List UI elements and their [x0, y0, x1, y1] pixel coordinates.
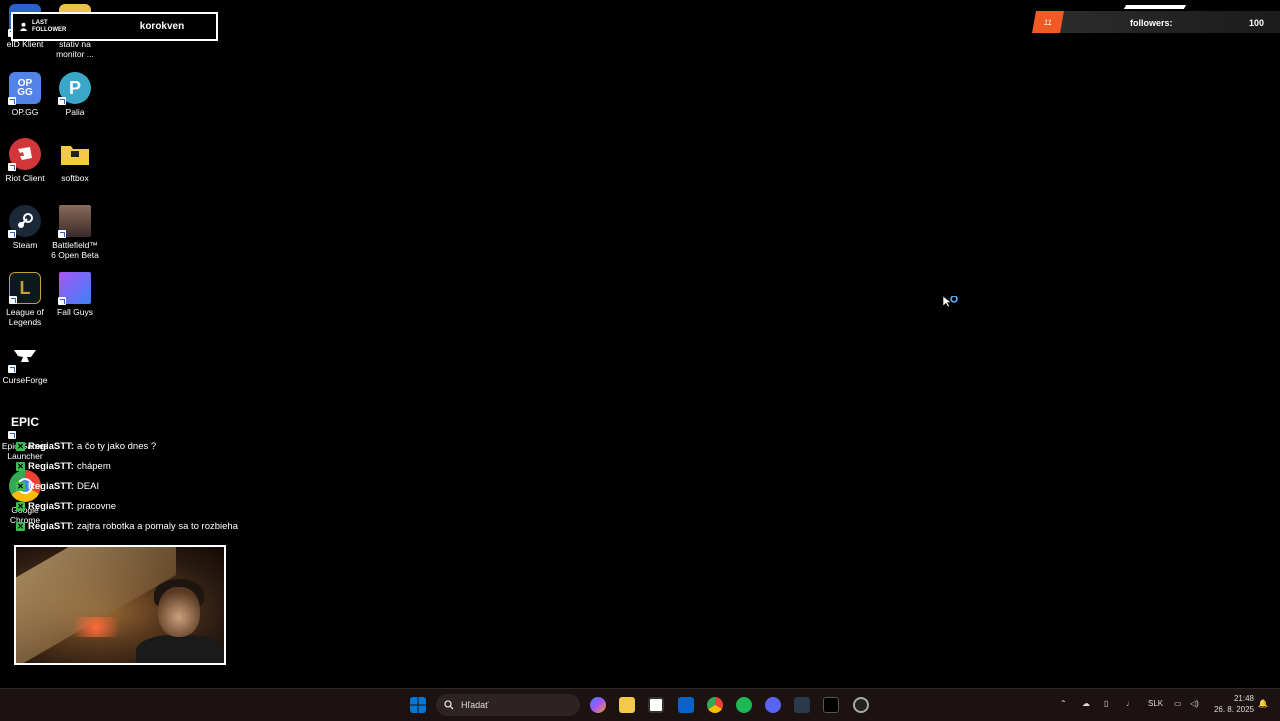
tray-network-icon[interactable]: ▭ [1174, 699, 1182, 708]
chat-overlay: ✕ RegiaSTT: a čo ty jako dnes ? ✕ RegiaS… [16, 436, 316, 536]
chat-username: RegiaSTT: [28, 480, 74, 492]
chrome-taskbar-icon[interactable] [707, 697, 723, 713]
taskbar-search[interactable]: Hľadať [436, 694, 580, 716]
desktop-icon-league[interactable]: L League of Legends [0, 272, 50, 327]
desktop-icon-riot[interactable]: Riot Client [0, 138, 50, 183]
desktop-icon-label: League of Legends [6, 307, 44, 327]
desktop-icon-label: softbox [61, 173, 89, 183]
desktop-icon-battlefield[interactable]: Battlefield™ 6 Open Beta [50, 205, 100, 260]
tray-mic-icon[interactable]: ♩ [1126, 699, 1134, 708]
goal-target: 100 [1249, 18, 1265, 28]
desktop-icon-label: stativ na monitor ... [56, 39, 94, 59]
steam-icon [8, 205, 41, 238]
desktop-icon-fall-guys[interactable]: Fall Guys [50, 272, 100, 317]
windows-start-icon[interactable] [410, 697, 426, 713]
opgg-icon: OP GG [8, 72, 41, 105]
tray-chevron-up-icon[interactable]: ⌃ [1060, 699, 1067, 708]
search-placeholder: Hľadať [461, 700, 489, 710]
chat-message: ✕ RegiaSTT: chápem [16, 456, 316, 476]
desktop-icon-label: OP.GG [11, 107, 39, 117]
desktop-icon-label: Riot Client [5, 173, 45, 183]
desktop-icon-curseforge[interactable]: CurseForge [0, 340, 50, 385]
chat-badge-icon: ✕ [16, 481, 25, 491]
tray-language[interactable]: SLK [1148, 699, 1163, 708]
file-explorer-icon[interactable] [619, 697, 635, 713]
folder-icon [59, 138, 91, 170]
chat-username: RegiaSTT: [28, 440, 74, 452]
chat-text: a čo ty jako dnes ? [76, 440, 157, 452]
last-follower-label-box: LAST FOLLOWER [13, 14, 108, 39]
last-follower-name: korokven [139, 21, 185, 32]
chat-badge-icon: ✕ [16, 501, 25, 511]
last-follower-widget: LAST FOLLOWER korokven [11, 12, 218, 41]
chat-message: ✕ RegiaSTT: pracovne [16, 496, 316, 516]
curseforge-icon [8, 340, 41, 373]
chat-username: RegiaSTT: [28, 500, 74, 512]
taskbar-clock[interactable]: 21:48 26. 8. 2025 [1210, 693, 1254, 715]
desktop-icon-label: Steam [12, 240, 38, 250]
store-icon[interactable] [648, 697, 664, 713]
followers-goal-widget: 11 followers: 100 [1030, 5, 1280, 35]
desktop-icon-label: Battlefield™ 6 Open Beta [51, 240, 99, 260]
tray-usb-icon[interactable]: ▯ [1104, 699, 1108, 708]
copilot-icon[interactable] [590, 697, 606, 713]
goal-label: followers: [1130, 18, 1173, 28]
search-icon [444, 700, 454, 710]
epic-games-icon: EPIC [8, 406, 41, 439]
curseforge-taskbar-icon[interactable] [823, 697, 839, 713]
webcam-overlay [14, 545, 226, 665]
goal-decoration [1123, 5, 1187, 9]
chat-text: DEAI [76, 480, 100, 492]
last-follower-label-2: FOLLOWER [32, 26, 67, 33]
battlefield-icon [58, 205, 91, 238]
chat-message: ✕ RegiaSTT: a čo ty jako dnes ? [16, 436, 316, 456]
user-icon [19, 22, 28, 31]
tray-cloud-icon[interactable]: ☁ [1082, 699, 1090, 708]
chat-message: ✕ RegiaSTT: zajtra robotka a pomaly sa t… [16, 516, 316, 536]
busy-cursor-icon [943, 296, 958, 308]
desktop-icon-palia[interactable]: P Palia [50, 72, 100, 117]
riot-client-icon [8, 138, 41, 171]
obs-icon[interactable] [853, 697, 869, 713]
chat-badge-icon: ✕ [16, 441, 25, 451]
chat-badge-icon: ✕ [16, 521, 25, 531]
discord-icon[interactable] [765, 697, 781, 713]
goal-current-count: 11 [1032, 11, 1064, 33]
chat-text: pracovne [76, 500, 117, 512]
fall-guys-icon [58, 272, 91, 305]
taskbar: Hľadať ⌃ ☁ ▯ ♩ SLK ▭ ◁) 21:48 26. 8. 202… [0, 688, 1280, 721]
chat-text: chápem [76, 460, 111, 472]
chat-message: ✕ RegiaSTT: DEAI [16, 476, 316, 496]
chat-badge-icon: ✕ [16, 461, 25, 471]
chat-username: RegiaSTT: [28, 520, 74, 532]
outlook-icon[interactable] [678, 697, 694, 713]
desktop-icon-label: Palia [65, 107, 85, 117]
spotify-icon[interactable] [736, 697, 752, 713]
palia-icon: P [58, 72, 91, 105]
desktop-icon-label: Fall Guys [57, 307, 93, 317]
chat-text: zajtra robotka a pomaly sa to rozbieha [76, 520, 238, 532]
league-icon: L [9, 272, 41, 304]
desktop-icon-opgg[interactable]: OP GG OP.GG [0, 72, 50, 117]
desktop-icon-softbox[interactable]: softbox [50, 138, 100, 183]
desktop-icon-label: CurseForge [2, 375, 48, 385]
clock-date: 26. 8. 2025 [1213, 705, 1254, 714]
tray-volume-icon[interactable]: ◁) [1190, 699, 1199, 708]
clock-time: 21:48 [1233, 694, 1254, 703]
notification-bell-icon[interactable]: 🔔 [1258, 699, 1268, 708]
app-icon[interactable] [794, 697, 810, 713]
chat-username: RegiaSTT: [28, 460, 74, 472]
desktop-icon-steam[interactable]: Steam [0, 205, 50, 250]
